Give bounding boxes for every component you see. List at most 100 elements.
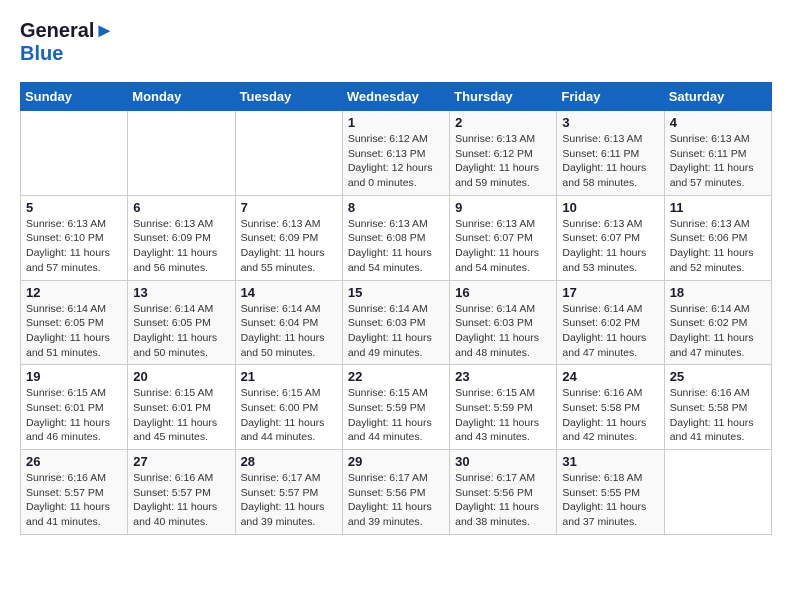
calendar-cell <box>664 450 771 535</box>
day-info: Sunrise: 6:13 AMSunset: 6:11 PMDaylight:… <box>562 132 658 191</box>
day-info: Sunrise: 6:15 AMSunset: 6:01 PMDaylight:… <box>26 386 122 445</box>
day-info: Sunrise: 6:17 AMSunset: 5:57 PMDaylight:… <box>241 471 337 530</box>
calendar-cell: 29 Sunrise: 6:17 AMSunset: 5:56 PMDayligh… <box>342 450 449 535</box>
day-number: 12 <box>26 285 122 300</box>
day-number: 8 <box>348 200 444 215</box>
calendar-cell: 18 Sunrise: 6:14 AMSunset: 6:02 PMDayligh… <box>664 280 771 365</box>
calendar-cell: 12 Sunrise: 6:14 AMSunset: 6:05 PMDayligh… <box>21 280 128 365</box>
day-info: Sunrise: 6:13 AMSunset: 6:11 PMDaylight:… <box>670 132 766 191</box>
day-info: Sunrise: 6:14 AMSunset: 6:05 PMDaylight:… <box>133 302 229 361</box>
day-info: Sunrise: 6:13 AMSunset: 6:10 PMDaylight:… <box>26 217 122 276</box>
page-header: General► Blue <box>20 20 772 66</box>
calendar-cell: 14Sunrise: 6:14 AMSunset: 6:04 PMDayligh… <box>235 280 342 365</box>
calendar-cell: 6 Sunrise: 6:13 AMSunset: 6:09 PMDaylight… <box>128 195 235 280</box>
day-number: 18 <box>670 285 766 300</box>
calendar-cell: 22Sunrise: 6:15 AMSunset: 5:59 PMDayligh… <box>342 365 449 450</box>
calendar-cell: 8 Sunrise: 6:13 AMSunset: 6:08 PMDaylight… <box>342 195 449 280</box>
day-number: 5 <box>26 200 122 215</box>
calendar-cell: 7 Sunrise: 6:13 AMSunset: 6:09 PMDaylight… <box>235 195 342 280</box>
day-number: 20 <box>133 369 229 384</box>
day-info: Sunrise: 6:13 AMSunset: 6:07 PMDaylight:… <box>455 217 551 276</box>
day-number: 16 <box>455 285 551 300</box>
day-info: Sunrise: 6:13 AMSunset: 6:12 PMDaylight:… <box>455 132 551 191</box>
day-number: 19 <box>26 369 122 384</box>
day-info: Sunrise: 6:16 AMSunset: 5:57 PMDaylight:… <box>26 471 122 530</box>
calendar-cell <box>21 111 128 196</box>
day-number: 14 <box>241 285 337 300</box>
calendar-cell: 3 Sunrise: 6:13 AMSunset: 6:11 PMDaylight… <box>557 111 664 196</box>
day-info: Sunrise: 6:14 AMSunset: 6:02 PMDaylight:… <box>562 302 658 361</box>
day-info: Sunrise: 6:15 AMSunset: 5:59 PMDaylight:… <box>348 386 444 445</box>
day-number: 26 <box>26 454 122 469</box>
calendar-cell: 28 Sunrise: 6:17 AMSunset: 5:57 PMDayligh… <box>235 450 342 535</box>
day-info: Sunrise: 6:14 AMSunset: 6:03 PMDaylight:… <box>348 302 444 361</box>
calendar-cell: 27Sunrise: 6:16 AMSunset: 5:57 PMDayligh… <box>128 450 235 535</box>
day-number: 13 <box>133 285 229 300</box>
day-info: Sunrise: 6:13 AMSunset: 6:06 PMDaylight:… <box>670 217 766 276</box>
day-info: Sunrise: 6:13 AMSunset: 6:09 PMDaylight:… <box>133 217 229 276</box>
day-number: 11 <box>670 200 766 215</box>
weekday-header-tuesday: Tuesday <box>235 83 342 111</box>
calendar-cell <box>128 111 235 196</box>
day-number: 28 <box>241 454 337 469</box>
day-number: 7 <box>241 200 337 215</box>
day-number: 10 <box>562 200 658 215</box>
day-info: Sunrise: 6:14 AMSunset: 6:03 PMDaylight:… <box>455 302 551 361</box>
day-number: 15 <box>348 285 444 300</box>
day-number: 21 <box>241 369 337 384</box>
day-number: 27 <box>133 454 229 469</box>
weekday-header-saturday: Saturday <box>664 83 771 111</box>
calendar-table: SundayMondayTuesdayWednesdayThursdayFrid… <box>20 82 772 535</box>
calendar-cell: 11 Sunrise: 6:13 AMSunset: 6:06 PMDayligh… <box>664 195 771 280</box>
calendar-cell: 17 Sunrise: 6:14 AMSunset: 6:02 PMDayligh… <box>557 280 664 365</box>
calendar-cell: 15 Sunrise: 6:14 AMSunset: 6:03 PMDayligh… <box>342 280 449 365</box>
day-number: 17 <box>562 285 658 300</box>
calendar-cell: 9 Sunrise: 6:13 AMSunset: 6:07 PMDaylight… <box>450 195 557 280</box>
day-info: Sunrise: 6:15 AMSunset: 5:59 PMDaylight:… <box>455 386 551 445</box>
calendar-cell: 2 Sunrise: 6:13 AMSunset: 6:12 PMDaylight… <box>450 111 557 196</box>
day-info: Sunrise: 6:15 AMSunset: 6:00 PMDaylight:… <box>241 386 337 445</box>
calendar-cell: 5 Sunrise: 6:13 AMSunset: 6:10 PMDaylight… <box>21 195 128 280</box>
calendar-cell: 4 Sunrise: 6:13 AMSunset: 6:11 PMDaylight… <box>664 111 771 196</box>
calendar-cell: 21 Sunrise: 6:15 AMSunset: 6:00 PMDayligh… <box>235 365 342 450</box>
day-info: Sunrise: 6:13 AMSunset: 6:09 PMDaylight:… <box>241 217 337 276</box>
day-info: Sunrise: 6:14 AMSunset: 6:05 PMDaylight:… <box>26 302 122 361</box>
day-number: 2 <box>455 115 551 130</box>
day-number: 23 <box>455 369 551 384</box>
day-info: Sunrise: 6:18 AMSunset: 5:55 PMDaylight:… <box>562 471 658 530</box>
calendar-cell: 25Sunrise: 6:16 AMSunset: 5:58 PMDayligh… <box>664 365 771 450</box>
calendar-cell: 13 Sunrise: 6:14 AMSunset: 6:05 PMDayligh… <box>128 280 235 365</box>
day-number: 4 <box>670 115 766 130</box>
day-number: 6 <box>133 200 229 215</box>
day-number: 3 <box>562 115 658 130</box>
logo-line2: Blue <box>20 43 114 66</box>
day-info: Sunrise: 6:17 AMSunset: 5:56 PMDaylight:… <box>455 471 551 530</box>
day-number: 24 <box>562 369 658 384</box>
day-number: 9 <box>455 200 551 215</box>
calendar-cell <box>235 111 342 196</box>
day-number: 29 <box>348 454 444 469</box>
calendar-cell: 16 Sunrise: 6:14 AMSunset: 6:03 PMDayligh… <box>450 280 557 365</box>
day-info: Sunrise: 6:13 AMSunset: 6:07 PMDaylight:… <box>562 217 658 276</box>
weekday-header-thursday: Thursday <box>450 83 557 111</box>
weekday-header-friday: Friday <box>557 83 664 111</box>
day-info: Sunrise: 6:15 AMSunset: 6:01 PMDaylight:… <box>133 386 229 445</box>
calendar-cell: 23 Sunrise: 6:15 AMSunset: 5:59 PMDayligh… <box>450 365 557 450</box>
calendar-cell: 1Sunrise: 6:12 AMSunset: 6:13 PMDaylight… <box>342 111 449 196</box>
day-info: Sunrise: 6:13 AMSunset: 6:08 PMDaylight:… <box>348 217 444 276</box>
day-info: Sunrise: 6:16 AMSunset: 5:58 PMDaylight:… <box>562 386 658 445</box>
day-info: Sunrise: 6:14 AMSunset: 6:02 PMDaylight:… <box>670 302 766 361</box>
weekday-header-monday: Monday <box>128 83 235 111</box>
calendar-cell: 26 Sunrise: 6:16 AMSunset: 5:57 PMDayligh… <box>21 450 128 535</box>
logo-line1: General► <box>20 20 114 43</box>
calendar-cell: 20 Sunrise: 6:15 AMSunset: 6:01 PMDayligh… <box>128 365 235 450</box>
day-info: Sunrise: 6:17 AMSunset: 5:56 PMDaylight:… <box>348 471 444 530</box>
calendar-cell: 31Sunrise: 6:18 AMSunset: 5:55 PMDayligh… <box>557 450 664 535</box>
day-info: Sunrise: 6:16 AMSunset: 5:58 PMDaylight:… <box>670 386 766 445</box>
weekday-header-sunday: Sunday <box>21 83 128 111</box>
logo: General► Blue <box>20 20 114 66</box>
weekday-header-wednesday: Wednesday <box>342 83 449 111</box>
calendar-cell: 24 Sunrise: 6:16 AMSunset: 5:58 PMDayligh… <box>557 365 664 450</box>
calendar-cell: 19 Sunrise: 6:15 AMSunset: 6:01 PMDayligh… <box>21 365 128 450</box>
calendar-cell: 10 Sunrise: 6:13 AMSunset: 6:07 PMDayligh… <box>557 195 664 280</box>
